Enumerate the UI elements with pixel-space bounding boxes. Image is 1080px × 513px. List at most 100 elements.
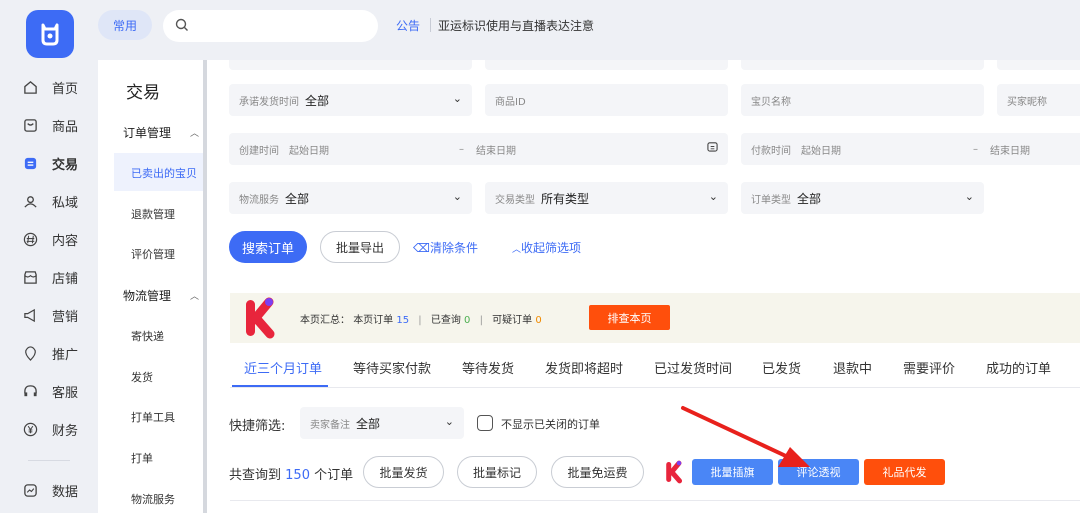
- plugin-k-logo: [242, 296, 278, 344]
- filter-field-partial: [229, 60, 472, 70]
- range-separator: –: [459, 143, 464, 155]
- clear-filters-link[interactable]: ⌫清除条件: [413, 239, 478, 256]
- hide-closed-label[interactable]: 不显示已关闭的订单: [501, 416, 600, 432]
- subnav-item-refund[interactable]: 退款管理: [131, 206, 175, 222]
- subnav-group-order[interactable]: 订单管理: [123, 124, 171, 141]
- tabs-divider: [230, 387, 1080, 388]
- tab-refunding[interactable]: 退款中: [833, 358, 872, 377]
- field-label: 承诺发货时间: [239, 96, 299, 108]
- app-logo[interactable]: [26, 10, 74, 58]
- sidebar-item-service[interactable]: 客服: [0, 372, 98, 410]
- common-shortcut-chip[interactable]: 常用: [98, 10, 152, 40]
- order-type-select[interactable]: 订单类型 全部 ⌄: [741, 182, 984, 214]
- notice-text[interactable]: 亚运标识使用与直播表达注意: [438, 17, 594, 34]
- item-name-input[interactable]: 宝贝名称: [741, 84, 984, 116]
- pin-icon: [22, 345, 38, 361]
- product-icon: [22, 117, 38, 133]
- search-input[interactable]: [197, 19, 367, 33]
- sidebar-item-label: 推广: [52, 347, 79, 363]
- sidebar-item-label: 内容: [52, 233, 79, 249]
- field-value: 所有类型: [541, 191, 590, 206]
- gift-delivery-button[interactable]: 礼品代发: [864, 459, 945, 485]
- quick-filter-label: 快捷筛选:: [229, 419, 286, 434]
- sidebar-item-promote[interactable]: 推广: [0, 334, 98, 372]
- logistics-service-select[interactable]: 物流服务 全部 ⌄: [229, 182, 472, 214]
- filter-field-partial: [997, 60, 1080, 70]
- clear-filters-label: 清除条件: [429, 241, 478, 255]
- summary-suspicious-count: 0: [535, 315, 542, 326]
- sidebar-item-content[interactable]: 内容: [0, 220, 98, 258]
- sidebar-item-label: 私域: [52, 195, 79, 211]
- tab-awaiting-payment[interactable]: 等待买家付款: [353, 358, 431, 377]
- field-value: 全部: [797, 191, 822, 206]
- sidebar-item-label: 财务: [52, 423, 79, 439]
- subnav-item-ship[interactable]: 发货: [131, 369, 153, 385]
- sidebar-item-trade[interactable]: 交易: [0, 144, 98, 182]
- batch-export-button[interactable]: 批量导出: [320, 231, 400, 263]
- sidebar-item-finance[interactable]: 财务: [0, 410, 98, 448]
- subnav-item-review[interactable]: 评价管理: [131, 246, 175, 262]
- chevron-up-icon[interactable]: ︿: [190, 289, 199, 302]
- batch-ship-button[interactable]: 批量发货: [363, 456, 444, 488]
- sidebar-item-private[interactable]: 私域: [0, 182, 98, 220]
- chevron-up-icon: ︿: [512, 245, 522, 255]
- subnav-item-logistics-service[interactable]: 物流服务: [131, 491, 175, 507]
- calendar-icon: [707, 141, 718, 155]
- hide-closed-checkbox[interactable]: [477, 415, 493, 431]
- subnav-item-print-tool[interactable]: 打单工具: [131, 409, 175, 425]
- sidebar-item-marketing[interactable]: 营销: [0, 296, 98, 334]
- pay-time-range[interactable]: 付款时间 起始日期 – 结束日期: [741, 133, 1080, 165]
- search-orders-button[interactable]: 搜索订单: [229, 231, 307, 263]
- collapse-filters-link[interactable]: ︿收起筛选项: [512, 239, 581, 256]
- results-divider: [230, 500, 1080, 501]
- field-placeholder: 买家昵称: [1007, 96, 1047, 108]
- megaphone-icon: [22, 307, 38, 323]
- trade-type-select[interactable]: 交易类型 所有类型 ⌄: [485, 182, 728, 214]
- subnav-item-sold[interactable]: 已卖出的宝贝: [131, 165, 197, 181]
- chart-icon: [22, 482, 38, 498]
- sidebar-item-home[interactable]: 首页: [0, 68, 98, 106]
- tab-past-ship-time[interactable]: 已过发货时间: [654, 358, 732, 377]
- subnav-item-print[interactable]: 打单: [131, 450, 153, 466]
- chevron-up-icon[interactable]: ︿: [190, 126, 199, 139]
- summary-queried-label: 已查询: [430, 315, 461, 326]
- search-box[interactable]: [163, 10, 378, 42]
- subnav-group-logistics[interactable]: 物流管理: [123, 287, 171, 304]
- promise-time-select[interactable]: 承诺发货时间 全部 ⌄: [229, 84, 472, 116]
- seller-note-select[interactable]: 卖家备注 全部 ⌄: [300, 407, 464, 439]
- product-id-input[interactable]: 商品ID: [485, 84, 728, 116]
- tab-awaiting-shipment[interactable]: 等待发货: [462, 358, 514, 377]
- subnav-item-express[interactable]: 寄快递: [131, 328, 164, 344]
- chevron-down-icon: ⌄: [452, 190, 462, 203]
- field-value: 全部: [356, 416, 381, 431]
- tab-recent-3-months[interactable]: 近三个月订单: [244, 358, 322, 377]
- sub-sidebar-title: 交易: [126, 83, 160, 103]
- sidebar-item-label: 交易: [52, 157, 79, 173]
- field-label: 物流服务: [239, 194, 279, 206]
- chevron-down-icon: ⌄: [452, 92, 462, 105]
- tab-shipped[interactable]: 已发货: [762, 358, 801, 377]
- buyer-nick-input[interactable]: 买家昵称: [997, 84, 1080, 116]
- start-date-placeholder: 起始日期: [801, 145, 841, 157]
- tab-needs-review[interactable]: 需要评价: [903, 358, 955, 377]
- field-placeholder: 宝贝名称: [751, 96, 791, 108]
- batch-mark-button[interactable]: 批量标记: [457, 456, 537, 488]
- chevron-down-icon: ⌄: [708, 190, 718, 203]
- check-page-button[interactable]: 排查本页: [589, 305, 670, 330]
- sidebar-item-product[interactable]: 商品: [0, 106, 98, 144]
- tab-successful-orders[interactable]: 成功的订单: [986, 358, 1051, 377]
- headset-icon: [22, 383, 38, 399]
- chevron-down-icon: ⌄: [964, 190, 974, 203]
- create-time-range[interactable]: 创建时间 起始日期 – 结束日期: [229, 133, 728, 165]
- summary-separator: |: [479, 315, 483, 326]
- sidebar-item-data[interactable]: 数据: [0, 471, 98, 509]
- batch-free-shipping-button[interactable]: 批量免运费: [551, 456, 644, 488]
- sidebar-item-label: 客服: [52, 385, 79, 401]
- sidebar-item-label: 数据: [52, 484, 79, 500]
- tab-shipment-timeout-soon[interactable]: 发货即将超时: [545, 358, 623, 377]
- search-icon: [175, 17, 189, 36]
- field-value: 全部: [305, 93, 330, 108]
- notice-label[interactable]: 公告: [396, 17, 420, 34]
- eraser-icon: ⌫: [413, 241, 430, 255]
- sidebar-item-shop[interactable]: 店铺: [0, 258, 98, 296]
